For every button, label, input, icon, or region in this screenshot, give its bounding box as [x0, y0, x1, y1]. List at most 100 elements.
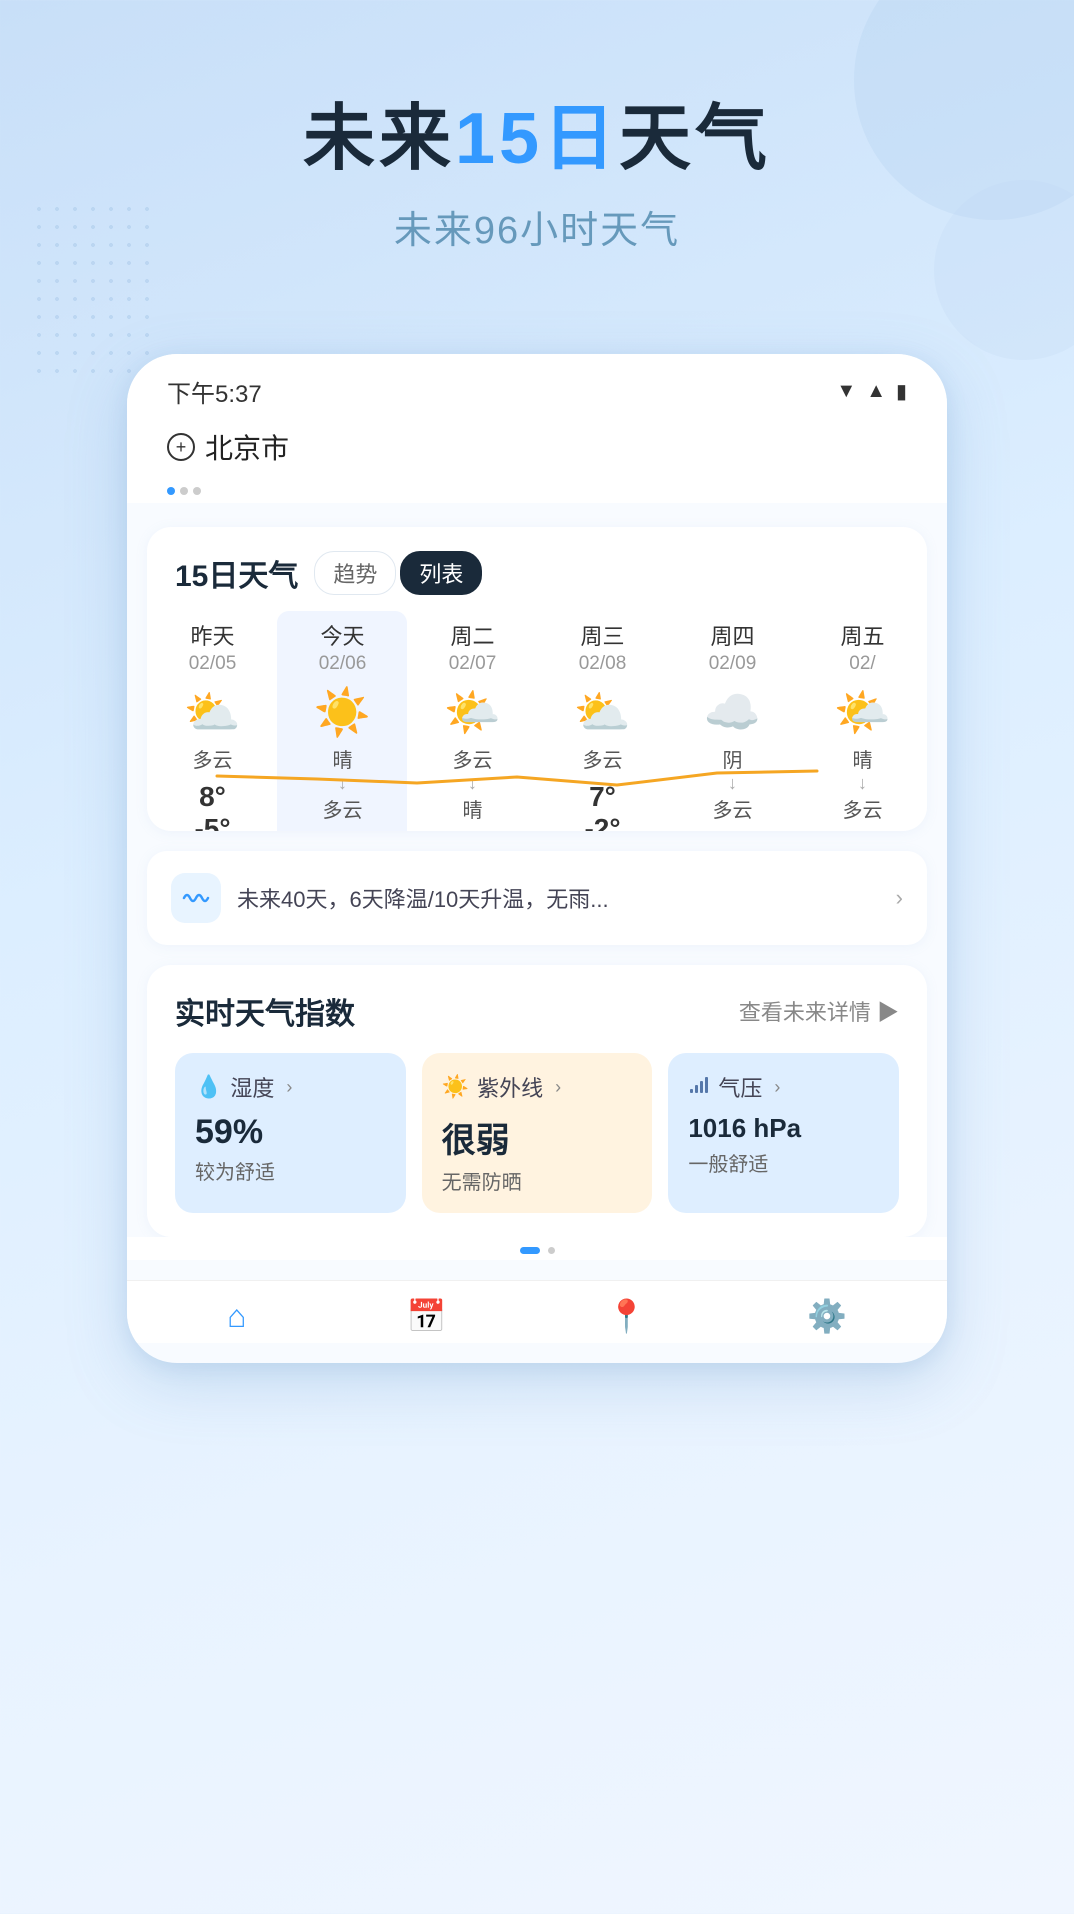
card-header: 15日天气 趋势 列表 — [147, 551, 927, 611]
humidity-value: 59% — [195, 1113, 386, 1152]
home-icon: ⌂ — [227, 1298, 246, 1335]
day-date-5: 02/ — [849, 653, 875, 675]
weather-desc-0: 多云 — [193, 744, 233, 773]
tab-list[interactable]: 列表 — [400, 551, 482, 595]
weather-desc2-4: 多云 — [713, 794, 753, 823]
weather-icon-0: ⛅ — [184, 685, 241, 740]
index-label-row-pressure: 气压 › — [688, 1071, 879, 1103]
pressure-value: 1016 hPa — [688, 1113, 879, 1144]
forecast-tip-text: 未来40天，6天降温/10天升温，无雨... — [237, 882, 880, 914]
day-date-3: 02/08 — [579, 653, 627, 675]
nav-item-settings[interactable]: ⚙️ — [807, 1297, 847, 1335]
uv-label: 紫外线 — [477, 1071, 543, 1103]
day-date-2: 02/07 — [449, 653, 497, 675]
weather-desc-1: 晴 — [333, 744, 353, 773]
pressure-label: 气压 — [718, 1071, 762, 1103]
weather-arrow-5: ↓ — [858, 773, 867, 794]
status-time: 下午5:37 — [167, 374, 262, 409]
day-name-4: 周四 — [710, 619, 754, 651]
uv-arrow: › — [555, 1077, 561, 1098]
day-col-1: 今天 02/06 ☀️ 晴 ↓ 多云 7° -5° 东风 1级 轻度 — [277, 611, 407, 831]
tab-group: 趋势 列表 — [314, 551, 482, 595]
day-name-5: 周五 — [840, 619, 884, 651]
weather-icon-5: 🌤️ — [834, 685, 891, 740]
nav-item-location[interactable]: 📍 — [607, 1297, 647, 1335]
low-temp-3: -2° — [584, 813, 620, 831]
index-card-uv[interactable]: ☀️ 紫外线 › 很弱 无需防晒 — [422, 1053, 653, 1213]
indices-grid: 💧 湿度 › 59% 较为舒适 ☀️ 紫外线 › 很弱 无需防晒 — [175, 1053, 899, 1213]
hero-title: 未来15日天气 — [60, 100, 1014, 179]
uv-desc: 无需防晒 — [442, 1166, 633, 1195]
day-date-1: 02/06 — [319, 653, 367, 675]
hero-title-suffix: 天气 — [619, 99, 771, 179]
pressure-svg-icon — [688, 1073, 710, 1095]
page-dot-1 — [520, 1247, 540, 1254]
index-label-row-uv: ☀️ 紫外线 › — [442, 1071, 633, 1103]
page-dots — [127, 1237, 947, 1260]
battery-icon: ▮ — [896, 379, 907, 404]
days-table: 昨天 02/05 ⛅ 多云 8° -5° 东北风 1级 良 今天 02/06 — [147, 611, 927, 831]
index-card-pressure[interactable]: 气压 › 1016 hPa 一般舒适 — [668, 1053, 899, 1213]
nav-item-home[interactable]: ⌂ — [227, 1298, 246, 1335]
weather-arrow-4: ↓ — [728, 773, 737, 794]
signal-icon: ▲ — [866, 380, 886, 403]
day-date-4: 02/09 — [709, 653, 757, 675]
location-dots — [127, 483, 947, 503]
indices-more[interactable]: 查看未来详情 ▶ — [739, 995, 899, 1027]
hero-section: 未来15日天气 未来96小时天气 — [0, 0, 1074, 314]
day-col-5: 周五 02/ 🌤️ 晴 ↓ 多云 7° -4° 东南风 1级 良 — [797, 611, 927, 831]
high-temp-0: 8° — [199, 781, 226, 813]
wifi-icon: ▼ — [836, 380, 856, 403]
location-add-icon[interactable]: + — [167, 433, 195, 461]
weather-icon-4: ☁️ — [704, 685, 761, 740]
hero-title-prefix: 未来 — [303, 99, 455, 179]
day-col-3: 周三 02/08 ⛅ 多云 7° -2° 东风 1级 良 — [537, 611, 667, 831]
location-bar[interactable]: + 北京市 — [127, 419, 947, 483]
day-date-0: 02/05 — [189, 653, 237, 675]
section-gap-1 — [127, 503, 947, 527]
pressure-desc: 一般舒适 — [688, 1148, 879, 1177]
phone-mockup: 下午5:37 ▼ ▲ ▮ + 北京市 15日天气 趋势 列表 — [127, 354, 947, 1363]
humidity-desc: 较为舒适 — [195, 1156, 386, 1185]
pressure-arrow: › — [774, 1077, 780, 1098]
humidity-arrow: › — [286, 1077, 292, 1098]
status-bar: 下午5:37 ▼ ▲ ▮ — [127, 354, 947, 419]
weather-card: 15日天气 趋势 列表 昨天 02/05 ⛅ 多云 8° -5° — [147, 527, 927, 831]
indices-title: 实时天气指数 — [175, 989, 355, 1033]
days-scroll[interactable]: 昨天 02/05 ⛅ 多云 8° -5° 东北风 1级 良 今天 02/06 — [147, 611, 927, 831]
day-col-0: 昨天 02/05 ⛅ 多云 8° -5° 东北风 1级 良 — [147, 611, 277, 831]
weather-desc-2: 多云 — [453, 744, 493, 773]
bottom-nav: ⌂ 📅 📍 ⚙️ — [127, 1280, 947, 1343]
forecast-tip[interactable]: 未来40天，6天降温/10天升温，无雨... › — [147, 851, 927, 945]
dot-3 — [193, 487, 201, 495]
indices-section: 实时天气指数 查看未来详情 ▶ 💧 湿度 › 59% 较为舒适 — [147, 965, 927, 1237]
uv-value: 很弱 — [442, 1113, 633, 1162]
weather-arrow-1: ↓ — [338, 773, 347, 794]
card-title: 15日天气 — [175, 551, 298, 595]
dot-2 — [180, 487, 188, 495]
phone-wrapper: 下午5:37 ▼ ▲ ▮ + 北京市 15日天气 趋势 列表 — [0, 314, 1074, 1363]
low-temp-0: -5° — [194, 813, 230, 831]
hero-title-highlight: 15日 — [455, 99, 619, 179]
status-icons: ▼ ▲ ▮ — [836, 379, 907, 404]
day-name-1: 今天 — [320, 619, 364, 651]
page-dot-2 — [548, 1247, 555, 1254]
weather-desc2-2: 晴 — [463, 794, 483, 823]
weather-desc-3: 多云 — [583, 744, 623, 773]
pressure-icon — [688, 1073, 710, 1101]
calendar-icon: 📅 — [407, 1297, 447, 1335]
location-nav-icon: 📍 — [607, 1297, 647, 1335]
weather-icon-1: ☀️ — [314, 685, 371, 740]
tab-trend[interactable]: 趋势 — [314, 551, 396, 595]
weather-desc-4: 阴 — [723, 744, 743, 773]
index-card-humidity[interactable]: 💧 湿度 › 59% 较为舒适 — [175, 1053, 406, 1213]
humidity-label: 湿度 — [230, 1071, 274, 1103]
settings-icon: ⚙️ — [807, 1297, 847, 1335]
indices-header: 实时天气指数 查看未来详情 ▶ — [175, 989, 899, 1033]
nav-item-calendar[interactable]: 📅 — [407, 1297, 447, 1335]
weather-icon-2: 🌤️ — [444, 685, 501, 740]
weather-desc-5: 晴 — [853, 744, 873, 773]
day-name-2: 周二 — [450, 619, 494, 651]
wave-icon — [182, 888, 210, 908]
day-col-4: 周四 02/09 ☁️ 阴 ↓ 多云 2° -5° 南风 2级 良 — [667, 611, 797, 831]
